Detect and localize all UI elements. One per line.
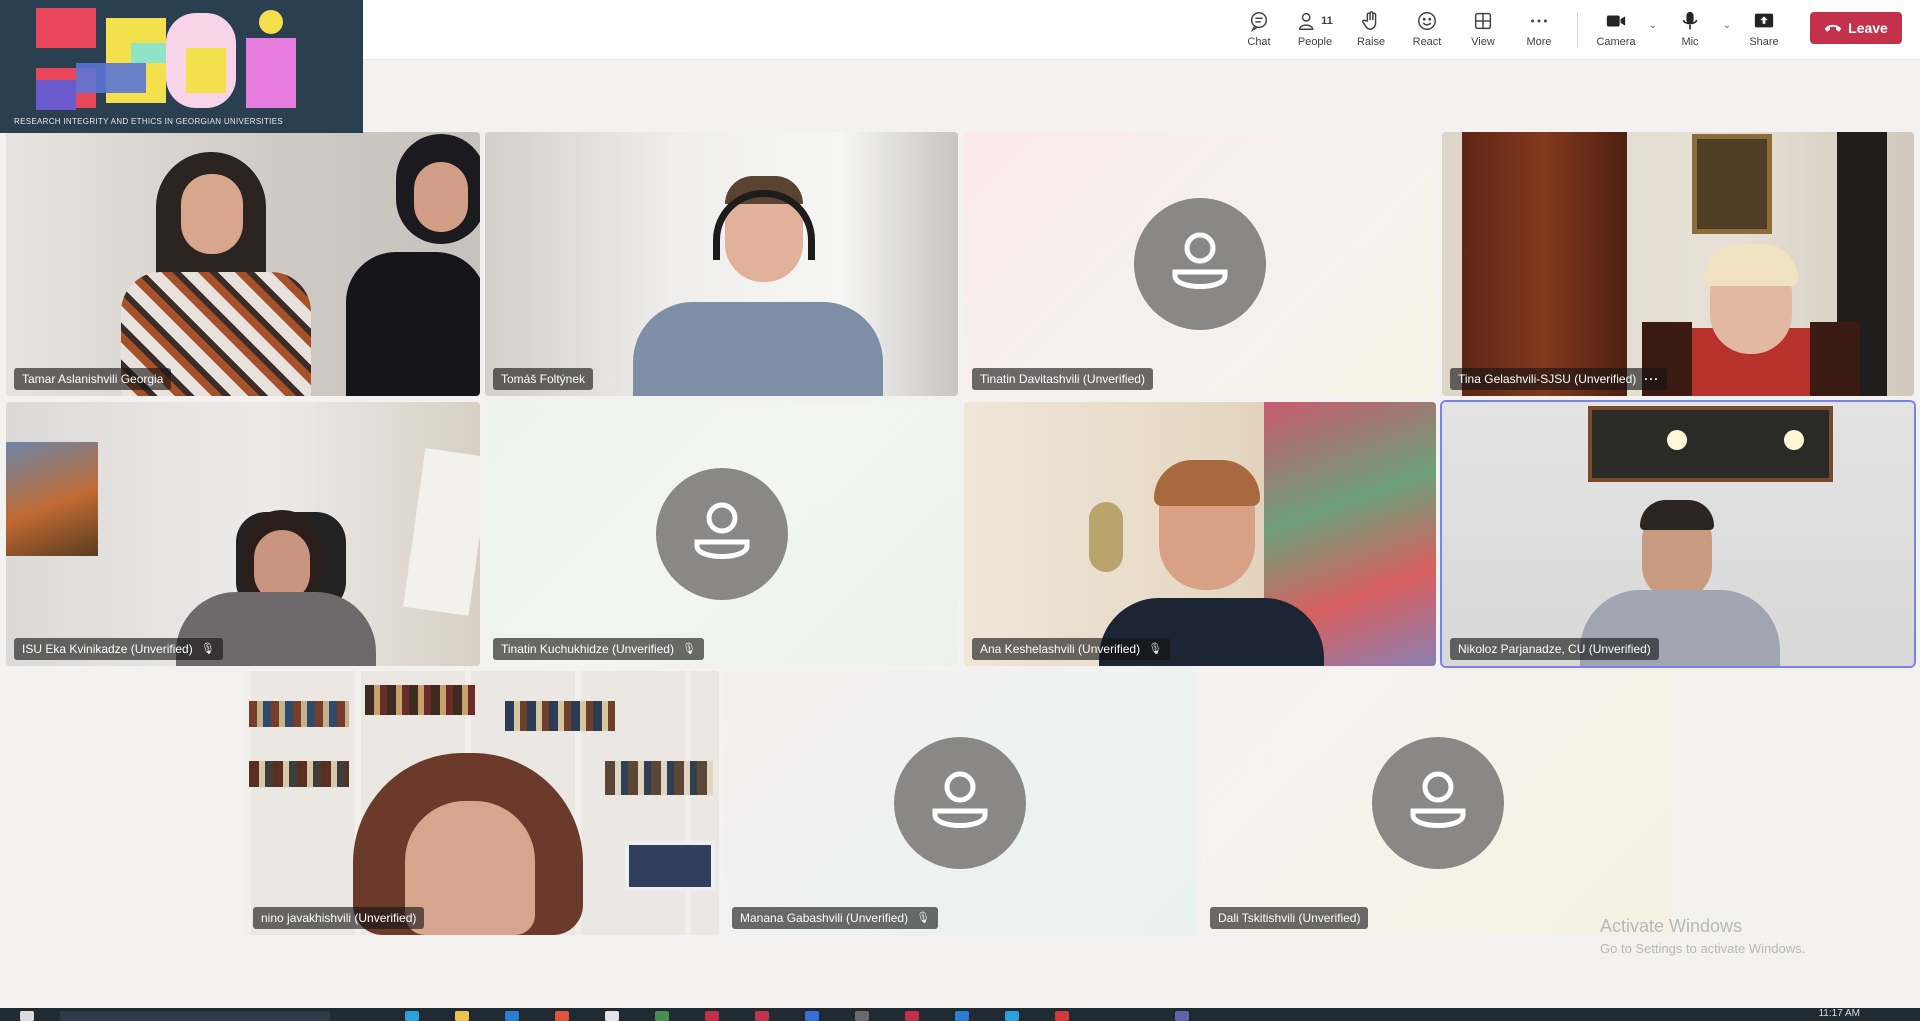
participant-tile[interactable]: Manana Gabashvili (Unverified) 🎙 <box>724 671 1196 935</box>
participant-tile[interactable]: Ana Keshelashvili (Unverified) 🎙 <box>964 402 1436 666</box>
mic-off-icon: 🎙 <box>1148 643 1163 655</box>
taskbar-app-icon[interactable] <box>405 1011 419 1021</box>
participant-name: Tina Gelashvili-SJSU (Unverified) <box>1458 372 1637 386</box>
participant-tile[interactable]: Tinatin Kuchukhidze (Unverified) 🎙 <box>485 402 958 666</box>
video-feed <box>181 174 243 254</box>
video-feed <box>1154 460 1260 506</box>
default-avatar-icon <box>655 468 788 600</box>
video-feed <box>346 252 480 396</box>
efgi-logo-art <box>36 8 296 110</box>
participant-name-tag: Tomáš Foltýnek <box>493 368 594 390</box>
participant-name-tag: Dali Tskitishvili (Unverified) <box>1210 907 1369 929</box>
video-feed <box>1692 134 1772 234</box>
video-feed <box>405 801 535 935</box>
organization-logo: RESEARCH INTEGRITY AND ETHICS IN GEORGIA… <box>0 0 363 133</box>
video-feed <box>1810 322 1860 396</box>
mic-off-icon: 🎙 <box>681 643 696 655</box>
taskbar-app-icon[interactable] <box>1005 1011 1019 1021</box>
participant-tile[interactable]: nino javakhishvili (Unverified) <box>245 671 719 935</box>
participant-name: Nikoloz Parjanadze, CU (Unverified) <box>1458 642 1651 656</box>
participant-name-tag: Tinatin Kuchukhidze (Unverified) 🎙 <box>493 638 704 660</box>
taskbar-app-icon[interactable] <box>605 1011 619 1021</box>
participant-name: Tinatin Kuchukhidze (Unverified) <box>501 642 674 656</box>
participant-tile[interactable]: ISU Eka Kvinikadze (Unverified) 🎙 <box>6 402 480 666</box>
taskbar-app-icon[interactable] <box>655 1011 669 1021</box>
participant-name-tag: Nikoloz Parjanadze, CU (Unverified) <box>1450 638 1659 660</box>
taskbar-app-icon[interactable] <box>555 1011 569 1021</box>
video-feed <box>249 701 349 727</box>
participant-tile[interactable]: Tinatin Davitashvili (Unverified) <box>964 132 1436 396</box>
participant-name-tag: nino javakhishvili (Unverified) <box>253 907 425 929</box>
taskbar-app-icon[interactable] <box>855 1011 869 1021</box>
watermark-title: Activate Windows <box>1600 916 1743 936</box>
participant-name: nino javakhishvili (Unverified) <box>261 911 417 925</box>
taskbar-app-icon[interactable] <box>755 1011 769 1021</box>
participant-name-tag: Manana Gabashvili (Unverified) 🎙 <box>732 907 939 929</box>
video-feed <box>505 701 615 731</box>
mic-off-icon: 🎙 <box>916 912 931 924</box>
video-feed <box>1462 132 1627 396</box>
video-feed <box>414 162 468 232</box>
video-grid: Tamar Aslanishvili Georgia Tomáš Foltýne… <box>0 0 1920 1000</box>
participant-name: Ana Keshelashvili (Unverified) <box>980 642 1141 656</box>
participant-name-tag: Ana Keshelashvili (Unverified) 🎙 <box>972 638 1171 660</box>
activate-windows-watermark: Activate Windows Go to Settings to activ… <box>1600 916 1805 956</box>
participant-name-tag: Tina Gelashvili-SJSU (Unverified) ··· <box>1450 368 1668 390</box>
participant-name: Tamar Aslanishvili Georgia <box>22 372 164 386</box>
video-feed <box>249 761 349 787</box>
default-avatar-icon <box>1134 198 1266 330</box>
video-feed <box>6 442 98 556</box>
video-feed <box>633 302 883 396</box>
taskbar-app-icon[interactable] <box>905 1011 919 1021</box>
video-feed <box>365 685 475 715</box>
watermark-subtitle: Go to Settings to activate Windows. <box>1600 941 1806 956</box>
video-feed <box>1640 500 1714 530</box>
default-avatar-icon <box>894 737 1026 869</box>
video-feed <box>605 761 713 795</box>
participant-name: Dali Tskitishvili (Unverified) <box>1218 911 1361 925</box>
logo-caption: RESEARCH INTEGRITY AND ETHICS IN GEORGIA… <box>14 117 283 126</box>
taskbar-app-icon[interactable] <box>705 1011 719 1021</box>
participant-tile[interactable]: Tamar Aslanishvili Georgia <box>6 132 480 396</box>
participant-name: Manana Gabashvili (Unverified) <box>740 911 909 925</box>
participant-tile[interactable]: Tomáš Foltýnek <box>485 132 958 396</box>
participant-tile[interactable]: Dali Tskitishvili (Unverified) <box>1202 671 1674 935</box>
taskbar-app-icon[interactable] <box>505 1011 519 1021</box>
participant-name-tag: ISU Eka Kvinikadze (Unverified) 🎙 <box>14 638 223 660</box>
taskbar-app-icon[interactable] <box>805 1011 819 1021</box>
taskbar-app-icon[interactable] <box>1055 1011 1069 1021</box>
taskbar-clock: 11:17 AM <box>1818 1008 1860 1019</box>
participant-name: ISU Eka Kvinikadze (Unverified) <box>22 642 193 656</box>
video-feed <box>1667 430 1687 450</box>
participant-more-options-icon[interactable]: ··· <box>1644 368 1659 390</box>
teams-taskbar-icon[interactable] <box>1175 1011 1189 1021</box>
video-feed <box>1089 502 1123 572</box>
participant-name-tag: Tamar Aslanishvili Georgia <box>14 368 172 390</box>
video-feed <box>1704 244 1798 286</box>
search-icon[interactable] <box>60 1011 330 1021</box>
windows-taskbar: 11:17 AM <box>0 1008 1920 1021</box>
mic-off-icon: 🎙 <box>200 643 215 655</box>
video-feed <box>1784 430 1804 450</box>
participant-name-tag: Tinatin Davitashvili (Unverified) <box>972 368 1153 390</box>
taskbar-app-icon[interactable] <box>455 1011 469 1021</box>
participant-tile-active-speaker[interactable]: Nikoloz Parjanadze, CU (Unverified) <box>1442 402 1914 666</box>
participant-tile[interactable]: Tina Gelashvili-SJSU (Unverified) ··· <box>1442 132 1914 396</box>
start-icon[interactable] <box>20 1011 34 1021</box>
taskbar-app-icon[interactable] <box>955 1011 969 1021</box>
video-feed <box>625 841 715 891</box>
participant-name: Tinatin Davitashvili (Unverified) <box>980 372 1145 386</box>
default-avatar-icon <box>1372 737 1504 869</box>
participant-name: Tomáš Foltýnek <box>501 372 586 386</box>
